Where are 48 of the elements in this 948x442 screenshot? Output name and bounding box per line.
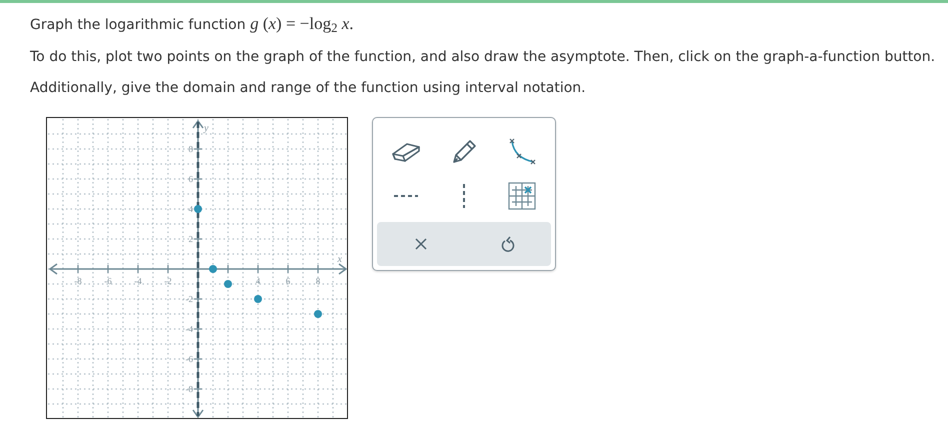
tick-label: 8 (188, 144, 193, 154)
dashed-line-icon (462, 182, 466, 208)
close-icon (414, 238, 426, 250)
grid-point-icon (508, 182, 536, 210)
tick-mark (137, 264, 139, 272)
tick-label: -6 (186, 354, 193, 364)
tick-mark (317, 264, 319, 272)
question-text: Additionally, give the domain and range of the function using interval notation. (30, 78, 586, 98)
tick-mark (257, 264, 259, 272)
tick-label: 8 (316, 276, 320, 286)
tick-mark (287, 264, 289, 272)
tick-label: 6 (286, 276, 290, 286)
tick-label: 2 (188, 234, 193, 244)
pencil-icon (450, 138, 478, 166)
tick-label: 4 (256, 276, 260, 286)
tick-label: 6 (188, 174, 193, 184)
tick-mark (194, 148, 202, 150)
tick-label: -2 (164, 276, 172, 286)
tick-mark (194, 388, 202, 390)
undo-icon (500, 236, 514, 252)
tick-label: -4 (134, 276, 142, 286)
tick-label: 4 (188, 204, 193, 214)
tick-mark (194, 298, 202, 300)
plot-point[interactable] (254, 294, 262, 302)
axis-label: x (338, 254, 342, 264)
plot-point[interactable] (224, 280, 232, 288)
tick-label: -6 (104, 276, 112, 286)
tick-label: -8 (74, 276, 82, 286)
plot-point[interactable] (209, 264, 217, 272)
tick-mark (194, 358, 202, 360)
question-text: To do this, plot two points on the graph of the function, and also draw the asymptote. Then, click on the graph-a-function button. (30, 48, 936, 66)
curve-tool-icon (507, 138, 537, 166)
tick-mark (167, 264, 169, 272)
eraser-icon (391, 140, 421, 162)
tick-mark (227, 264, 229, 272)
axis-label: y (204, 122, 208, 134)
tick-mark (194, 238, 202, 240)
tick-label: -8 (186, 384, 193, 394)
tick-mark (77, 264, 79, 272)
tick-label: -4 (186, 324, 193, 334)
tick-label: -2 (186, 294, 193, 304)
plot-point[interactable] (194, 204, 202, 212)
dashed-line-icon (393, 194, 419, 198)
tick-mark (194, 178, 202, 180)
plot-point[interactable] (314, 310, 322, 318)
tick-mark (194, 328, 202, 330)
question-text: Graph the logarithmic function g (x) = −log$_{2}$ x. (30, 13, 354, 36)
tick-mark (107, 264, 109, 272)
